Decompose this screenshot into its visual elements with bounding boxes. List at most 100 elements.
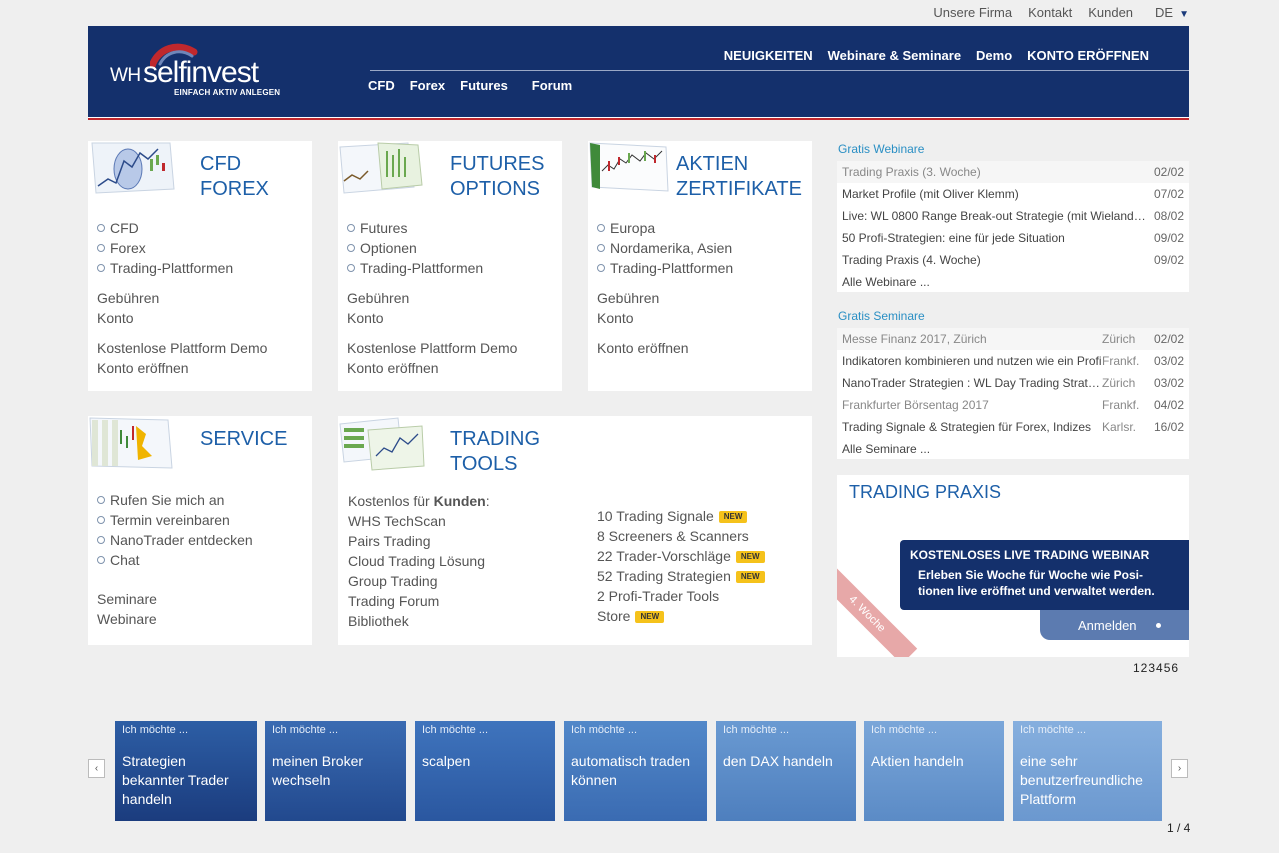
link-termin-vereinbaren[interactable]: Termin vereinbaren bbox=[96, 510, 253, 530]
carousel-tile[interactable]: Ich möchte ... Strategien bekannter Trade… bbox=[115, 721, 257, 821]
box-title-line[interactable]: SERVICE bbox=[200, 427, 287, 452]
chart-thumbnail-icon bbox=[339, 142, 423, 194]
caret-down-icon: ▼ bbox=[1179, 9, 1189, 20]
link-store[interactable]: Store NEW bbox=[597, 606, 765, 626]
tile-label: den DAX handeln bbox=[723, 752, 833, 771]
webinare-heading[interactable]: Gratis Webinare bbox=[838, 142, 924, 156]
seminare-heading[interactable]: Gratis Seminare bbox=[838, 309, 925, 323]
link-pairs-trading[interactable]: Pairs Trading bbox=[348, 531, 490, 551]
carousel-tile[interactable]: Ich möchte ... eine sehr benutzerfreundli… bbox=[1013, 721, 1162, 821]
list-item[interactable]: Frankfurter Börsentag 2017 Frankf. 04/02 bbox=[837, 394, 1189, 416]
link-webinare[interactable]: Webinare bbox=[97, 609, 157, 629]
link-group-trading[interactable]: Group Trading bbox=[348, 571, 490, 591]
carousel-next-button[interactable]: › bbox=[1171, 759, 1188, 778]
list-item[interactable]: Live: WL 0800 Range Break-out Strategie … bbox=[837, 205, 1189, 227]
link-konto-eroeffnen[interactable]: Konto eröffnen bbox=[347, 358, 517, 378]
utility-link-kunden[interactable]: Kunden bbox=[1088, 5, 1133, 20]
link-optionen[interactable]: Optionen bbox=[346, 238, 483, 258]
link-list: Kostenlose Plattform Demo Konto eröffnen bbox=[97, 338, 267, 378]
link-gebuehren[interactable]: Gebühren bbox=[347, 288, 409, 308]
carousel-tile[interactable]: Ich möchte ... automatisch traden können bbox=[564, 721, 707, 821]
link-cloud-trading[interactable]: Cloud Trading Lösung bbox=[348, 551, 490, 571]
anmelden-button[interactable]: Anmelden bbox=[1040, 610, 1189, 640]
list-item-date: 07/02 bbox=[1153, 187, 1184, 201]
all-webinare-link[interactable]: Alle Webinare ... bbox=[837, 271, 1189, 292]
box-title-line[interactable]: TRADING bbox=[450, 427, 540, 452]
nav-neuigkeiten[interactable]: NEUIGKEITEN bbox=[724, 48, 813, 63]
link-rufen-sie-mich-an[interactable]: Rufen Sie mich an bbox=[96, 490, 253, 510]
subnav-futures[interactable]: Futures bbox=[460, 78, 508, 93]
carousel-tile[interactable]: Ich möchte ... den DAX handeln bbox=[716, 721, 856, 821]
utility-link-firma[interactable]: Unsere Firma bbox=[933, 5, 1012, 20]
list-item[interactable]: Indikatoren kombinieren und nutzen wie e… bbox=[837, 350, 1189, 372]
link-list: Gebühren Konto bbox=[597, 288, 659, 328]
all-seminare-link[interactable]: Alle Seminare ... bbox=[837, 438, 1189, 459]
nav-konto-eroeffnen[interactable]: KONTO ERÖFFNEN bbox=[1027, 48, 1149, 63]
carousel-prev-button[interactable]: ‹ bbox=[88, 759, 105, 778]
banner-pager[interactable]: 123456 bbox=[1133, 661, 1179, 675]
subnav-cfd[interactable]: CFD bbox=[368, 78, 395, 93]
box-title-line[interactable]: TOOLS bbox=[450, 452, 540, 477]
link-bibliothek[interactable]: Bibliothek bbox=[348, 611, 490, 631]
link-konto[interactable]: Konto bbox=[97, 308, 159, 328]
banner-info-box: KOSTENLOSES LIVE TRADING WEBINAR Erleben… bbox=[900, 540, 1189, 610]
nav-demo[interactable]: Demo bbox=[976, 48, 1012, 63]
subnav-forum[interactable]: Forum bbox=[532, 78, 572, 93]
box-title-line[interactable]: OPTIONS bbox=[450, 177, 544, 202]
list-item[interactable]: Trading Praxis (4. Woche) 09/02 bbox=[837, 249, 1189, 271]
link-konto[interactable]: Konto bbox=[347, 308, 409, 328]
link-profi-trader-tools[interactable]: 2 Profi-Trader Tools bbox=[597, 586, 765, 606]
link-trading-forum[interactable]: Trading Forum bbox=[348, 591, 490, 611]
tools-intro-prefix: Kostenlos für bbox=[348, 493, 434, 509]
list-item[interactable]: Messe Finanz 2017, Zürich Zürich 02/02 bbox=[837, 328, 1189, 350]
link-gebuehren[interactable]: Gebühren bbox=[97, 288, 159, 308]
link-nordamerika-asien[interactable]: Nordamerika, Asien bbox=[596, 238, 733, 258]
carousel-tile[interactable]: Ich möchte ... meinen Broker wechseln bbox=[265, 721, 406, 821]
link-konto-eroeffnen[interactable]: Konto eröffnen bbox=[97, 358, 267, 378]
link-trader-vorschlaege[interactable]: 22 Trader-Vorschläge NEW bbox=[597, 546, 765, 566]
utility-link-kontakt[interactable]: Kontakt bbox=[1028, 5, 1072, 20]
subnav-forex[interactable]: Forex bbox=[410, 78, 445, 93]
language-select[interactable]: DE ▼ bbox=[1155, 5, 1189, 20]
link-screeners[interactable]: 8 Screeners & Scanners bbox=[597, 526, 765, 546]
link-trading-plattformen[interactable]: Trading-Plattformen bbox=[596, 258, 733, 278]
tile-label-line: können bbox=[571, 772, 617, 788]
box-title-line[interactable]: ZERTIFIKATE bbox=[676, 177, 802, 202]
new-badge: NEW bbox=[735, 551, 765, 563]
link-trading-strategien[interactable]: 52 Trading Strategien NEW bbox=[597, 566, 765, 586]
link-nanotrader-entdecken[interactable]: NanoTrader entdecken bbox=[96, 530, 253, 550]
link-futures[interactable]: Futures bbox=[346, 218, 483, 238]
carousel-tile[interactable]: Ich möchte ... Aktien handeln bbox=[864, 721, 1004, 821]
link-europa[interactable]: Europa bbox=[596, 218, 733, 238]
link-list: Seminare Webinare bbox=[97, 589, 157, 629]
link-chat[interactable]: Chat bbox=[96, 550, 253, 570]
box-title-line[interactable]: FOREX bbox=[200, 177, 269, 202]
carousel-tile[interactable]: Ich möchte ... scalpen bbox=[415, 721, 555, 821]
link-plattform-demo[interactable]: Kostenlose Plattform Demo bbox=[97, 338, 267, 358]
link-trading-signale[interactable]: 10 Trading Signale NEW bbox=[597, 506, 765, 526]
box-title-line[interactable]: FUTURES bbox=[450, 152, 544, 177]
link-plattform-demo[interactable]: Kostenlose Plattform Demo bbox=[347, 338, 517, 358]
link-seminare[interactable]: Seminare bbox=[97, 589, 157, 609]
box-title-line[interactable]: AKTIEN bbox=[676, 152, 802, 177]
link-trading-plattformen[interactable]: Trading-Plattformen bbox=[346, 258, 483, 278]
list-item[interactable]: Trading Signale & Strategien für Forex, … bbox=[837, 416, 1189, 438]
nav-webinare-seminare[interactable]: Webinare & Seminare bbox=[828, 48, 961, 63]
list-item[interactable]: NanoTrader Strategien : WL Day Trading S… bbox=[837, 372, 1189, 394]
list-item[interactable]: 50 Profi-Strategien: eine für jede Situa… bbox=[837, 227, 1189, 249]
link-forex[interactable]: Forex bbox=[96, 238, 233, 258]
list-item[interactable]: Trading Praxis (3. Woche) 02/02 bbox=[837, 161, 1189, 183]
logo[interactable]: WH selfinvest EINFACH AKTIV ANLEGEN bbox=[110, 42, 310, 102]
link-whs-techscan[interactable]: WHS TechScan bbox=[348, 511, 490, 531]
box-title-line[interactable]: CFD bbox=[200, 152, 269, 177]
link-konto-eroeffnen[interactable]: Konto eröffnen bbox=[597, 338, 689, 358]
link-konto[interactable]: Konto bbox=[597, 308, 659, 328]
link-cfd[interactable]: CFD bbox=[96, 218, 233, 238]
box-title: SERVICE bbox=[200, 427, 287, 452]
link-trading-plattformen[interactable]: Trading-Plattformen bbox=[96, 258, 233, 278]
link-list: Gebühren Konto bbox=[347, 288, 409, 328]
list-item[interactable]: Market Profile (mit Oliver Klemm) 07/02 bbox=[837, 183, 1189, 205]
list-item-title: NanoTrader Strategien : WL Day Trading S… bbox=[842, 376, 1102, 390]
trading-praxis-banner[interactable]: TRADING PRAXIS 4. Woche KOSTENLOSES LIVE… bbox=[837, 475, 1189, 657]
link-gebuehren[interactable]: Gebühren bbox=[597, 288, 659, 308]
